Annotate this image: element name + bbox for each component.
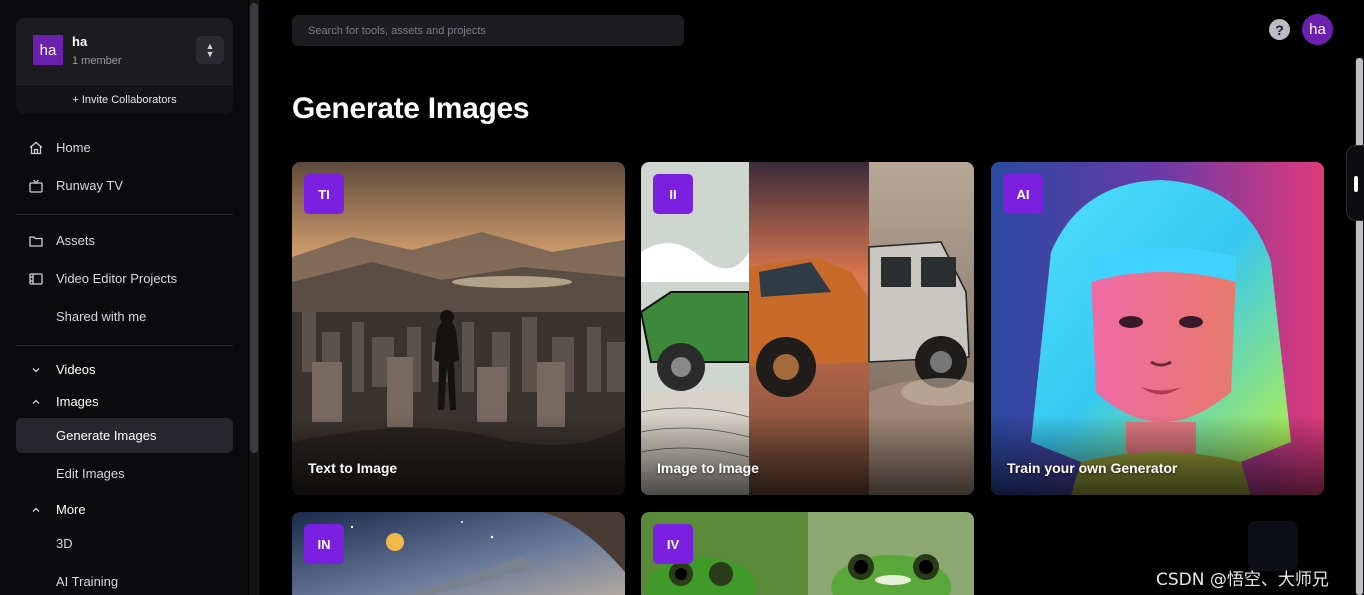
- chevron-down-icon: [16, 365, 56, 375]
- sidebar-section-label: More: [56, 502, 86, 517]
- card-label: Text to Image: [308, 460, 398, 476]
- card-shade: [991, 415, 1324, 495]
- card-shade: [292, 415, 625, 495]
- invite-collaborators-label: + Invite Collaborators: [72, 93, 177, 106]
- sidebar-item-assets[interactable]: Assets: [16, 223, 233, 258]
- sidebar-section-label: Videos: [56, 362, 96, 377]
- card-label: Image to Image: [657, 460, 759, 476]
- tool-card-in[interactable]: IN: [292, 512, 625, 595]
- chevron-up-icon: [16, 397, 56, 407]
- sidebar: ha ha 1 member ▲ ▼ + Invite Collaborator…: [0, 0, 248, 595]
- card-label: Train your own Generator: [1007, 460, 1178, 476]
- floating-widget[interactable]: [1248, 521, 1298, 571]
- sidebar-item-label: AI Training: [56, 574, 119, 589]
- card-badge: II: [653, 174, 693, 214]
- card-badge: IN: [304, 524, 344, 564]
- team-name: ha: [72, 34, 88, 49]
- chevron-down-icon: ▼: [205, 49, 215, 59]
- team-card[interactable]: ha ha 1 member ▲ ▼ + Invite Collaborator…: [16, 18, 233, 114]
- sidebar-item-label: 3D: [56, 536, 73, 551]
- chevron-up-icon: [16, 505, 56, 515]
- sidebar-divider: [16, 214, 233, 215]
- sidebar-section-more[interactable]: More: [16, 492, 233, 527]
- sidebar-item-ai-training[interactable]: AI Training: [16, 564, 233, 595]
- sidebar-item-generate-images[interactable]: Generate Images: [16, 418, 233, 453]
- sidebar-item-label: Shared with me: [56, 309, 147, 324]
- sidebar-item-label: Edit Images: [56, 466, 125, 481]
- help-button[interactable]: ?: [1269, 19, 1290, 40]
- sidebar-item-edit-images[interactable]: Edit Images: [16, 456, 233, 491]
- invite-collaborators-button[interactable]: + Invite Collaborators: [16, 84, 233, 114]
- sidebar-scrollbar-thumb[interactable]: [250, 3, 258, 453]
- page-title: Generate Images: [292, 92, 530, 125]
- side-panel-handle[interactable]: [1346, 145, 1364, 221]
- tool-card-iv[interactable]: IV: [641, 512, 974, 595]
- sidebar-scrollbar[interactable]: [249, 0, 259, 595]
- sidebar-item-label: Runway TV: [56, 178, 123, 193]
- sidebar-item-label: Home: [56, 140, 91, 155]
- card-badge: IV: [653, 524, 693, 564]
- tv-icon: [16, 178, 56, 194]
- folder-icon: [16, 233, 56, 249]
- sidebar-item-shared-with-me[interactable]: Shared with me: [16, 299, 233, 334]
- team-member-count: 1 member: [72, 55, 122, 67]
- home-icon: [16, 140, 56, 156]
- main-scrollbar-thumb[interactable]: [1356, 58, 1363, 595]
- team-avatar: ha: [33, 35, 63, 65]
- tool-card-train-generator[interactable]: AI Train your own Generator: [991, 162, 1324, 495]
- card-shade: [641, 415, 974, 495]
- team-switcher-button[interactable]: ▲ ▼: [196, 36, 224, 64]
- sidebar-section-videos[interactable]: Videos: [16, 352, 233, 387]
- sidebar-item-home[interactable]: Home: [16, 130, 233, 165]
- tool-card-text-to-image[interactable]: TI Text to Image: [292, 162, 625, 495]
- main-scrollbar[interactable]: [1355, 58, 1364, 595]
- search-input[interactable]: [292, 15, 684, 46]
- card-badge: AI: [1003, 174, 1043, 214]
- sidebar-section-label: Images: [56, 394, 99, 409]
- tool-card-image-to-image[interactable]: II Image to Image: [641, 162, 974, 495]
- sidebar-divider: [16, 345, 233, 346]
- help-icon: ?: [1275, 21, 1284, 38]
- film-icon: [16, 271, 56, 287]
- sidebar-item-label: Video Editor Projects: [56, 271, 178, 286]
- card-badge: TI: [304, 174, 344, 214]
- sidebar-item-label: Assets: [56, 233, 96, 248]
- sidebar-item-label: Generate Images: [56, 428, 157, 443]
- sidebar-item-video-editor-projects[interactable]: Video Editor Projects: [16, 261, 233, 296]
- sidebar-section-images[interactable]: Images: [16, 384, 233, 419]
- watermark: CSDN @悟空、大师兄: [1156, 570, 1329, 590]
- sidebar-item-runway-tv[interactable]: Runway TV: [16, 168, 233, 203]
- sidebar-item-3d[interactable]: 3D: [16, 526, 233, 561]
- user-avatar[interactable]: ha: [1302, 14, 1333, 45]
- grip-icon: [1354, 176, 1358, 192]
